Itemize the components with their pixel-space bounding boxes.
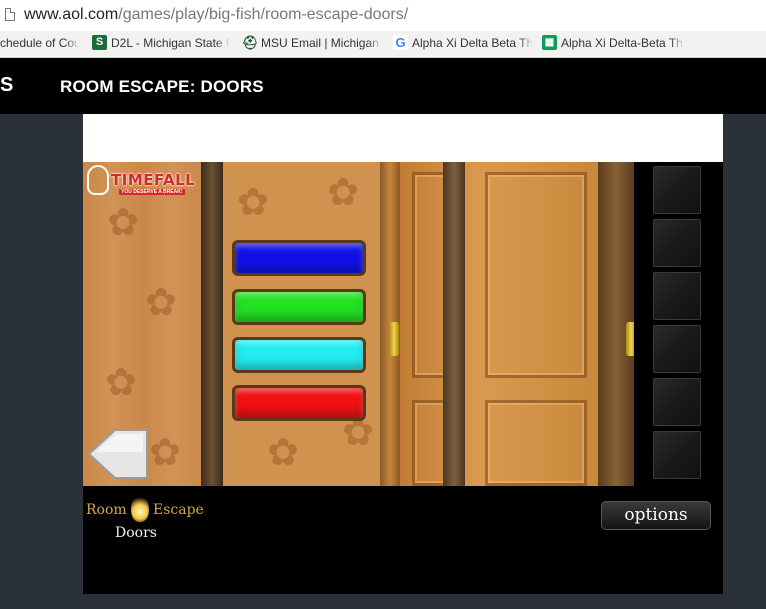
keyhole-flame-icon — [131, 496, 149, 522]
red-button[interactable] — [232, 385, 366, 421]
msu-s-icon: S — [92, 35, 107, 51]
door-panel — [485, 400, 587, 486]
bookmark-schedule[interactable]: chedule of Cou — [0, 35, 80, 53]
wallpaper-flower: ✿ — [267, 430, 299, 474]
inventory-slot[interactable] — [653, 325, 701, 373]
bookmark-alpha-xi-2[interactable]: ▦ Alpha Xi Delta-Beta Th — [542, 35, 684, 53]
ad-banner-area — [83, 114, 723, 162]
wooden-post-left — [201, 162, 223, 486]
address-bar[interactable]: www.aol.com/games/play/big-fish/room-esc… — [0, 0, 766, 32]
wallpaper-flower: ✿ — [105, 360, 137, 404]
owl-logo-icon — [87, 165, 109, 195]
back-arrow-icon[interactable] — [87, 428, 149, 480]
wallpaper-flower: ✿ — [107, 200, 139, 244]
page-icon — [5, 8, 15, 21]
inventory-slot[interactable] — [653, 219, 701, 267]
green-button[interactable] — [232, 289, 366, 325]
timefall-tagline: YOU DESERVE A BREAK! — [119, 189, 185, 195]
inventory-slot[interactable] — [653, 431, 701, 479]
bookmark-d2l[interactable]: S D2L - Michigan State U — [92, 35, 230, 53]
site-logo-fragment[interactable]: S — [0, 74, 13, 97]
options-button[interactable]: options — [601, 501, 711, 530]
wooden-post-center — [443, 162, 465, 486]
spartan-helmet-icon: ⛑ — [242, 35, 259, 51]
url-path: /games/play/big-fish/room-escape-doors/ — [118, 6, 409, 23]
page-title: ROOM ESCAPE: DOORS — [60, 77, 264, 96]
bookmark-alpha-xi-1[interactable]: G Alpha Xi Delta Beta Th — [393, 35, 533, 53]
door-panel — [485, 172, 587, 378]
game-logo-doors: Doors — [115, 525, 157, 541]
bookmark-label: Alpha Xi Delta-Beta Th — [561, 35, 683, 50]
timefall-logo: TIMEFALL — [111, 171, 196, 189]
url-text[interactable]: www.aol.com/games/play/big-fish/room-esc… — [24, 6, 408, 24]
inventory-slot[interactable] — [653, 272, 701, 320]
bookmarks-bar: chedule of Cou S D2L - Michigan State U ⛑… — [0, 31, 766, 58]
wallpaper-flower: ✿ — [327, 170, 359, 214]
sheets-icon: ▦ — [542, 35, 557, 51]
bookmark-msu-email[interactable]: ⛑ MSU Email | Michigan S — [242, 35, 382, 53]
google-g-icon: G — [393, 35, 408, 51]
bookmark-label: D2L - Michigan State U — [111, 35, 230, 50]
game-logo-room: Room — [86, 502, 127, 518]
wallpaper-flower: ✿ — [237, 180, 269, 224]
door-handle-icon[interactable] — [389, 322, 399, 356]
game-logo-escape: Escape — [153, 502, 204, 518]
inventory-slot[interactable] — [653, 378, 701, 426]
url-host: www.aol.com — [24, 6, 119, 23]
cyan-button[interactable] — [232, 337, 366, 373]
wallpaper-flower: ✿ — [149, 430, 181, 474]
bookmark-label: MSU Email | Michigan S — [261, 35, 382, 50]
bookmark-label: Alpha Xi Delta Beta Th — [412, 35, 533, 50]
game-scene[interactable]: ✿ ✿ ✿ ✿ ✿ ✿ ✿ ✿ TIMEFALL YOU DESERVE A B… — [83, 162, 634, 486]
blue-button[interactable] — [232, 240, 366, 276]
wallpaper-flower: ✿ — [145, 280, 177, 324]
inventory-slot[interactable] — [653, 166, 701, 214]
door-handle-icon[interactable] — [626, 322, 634, 356]
wooden-door[interactable] — [400, 162, 598, 486]
